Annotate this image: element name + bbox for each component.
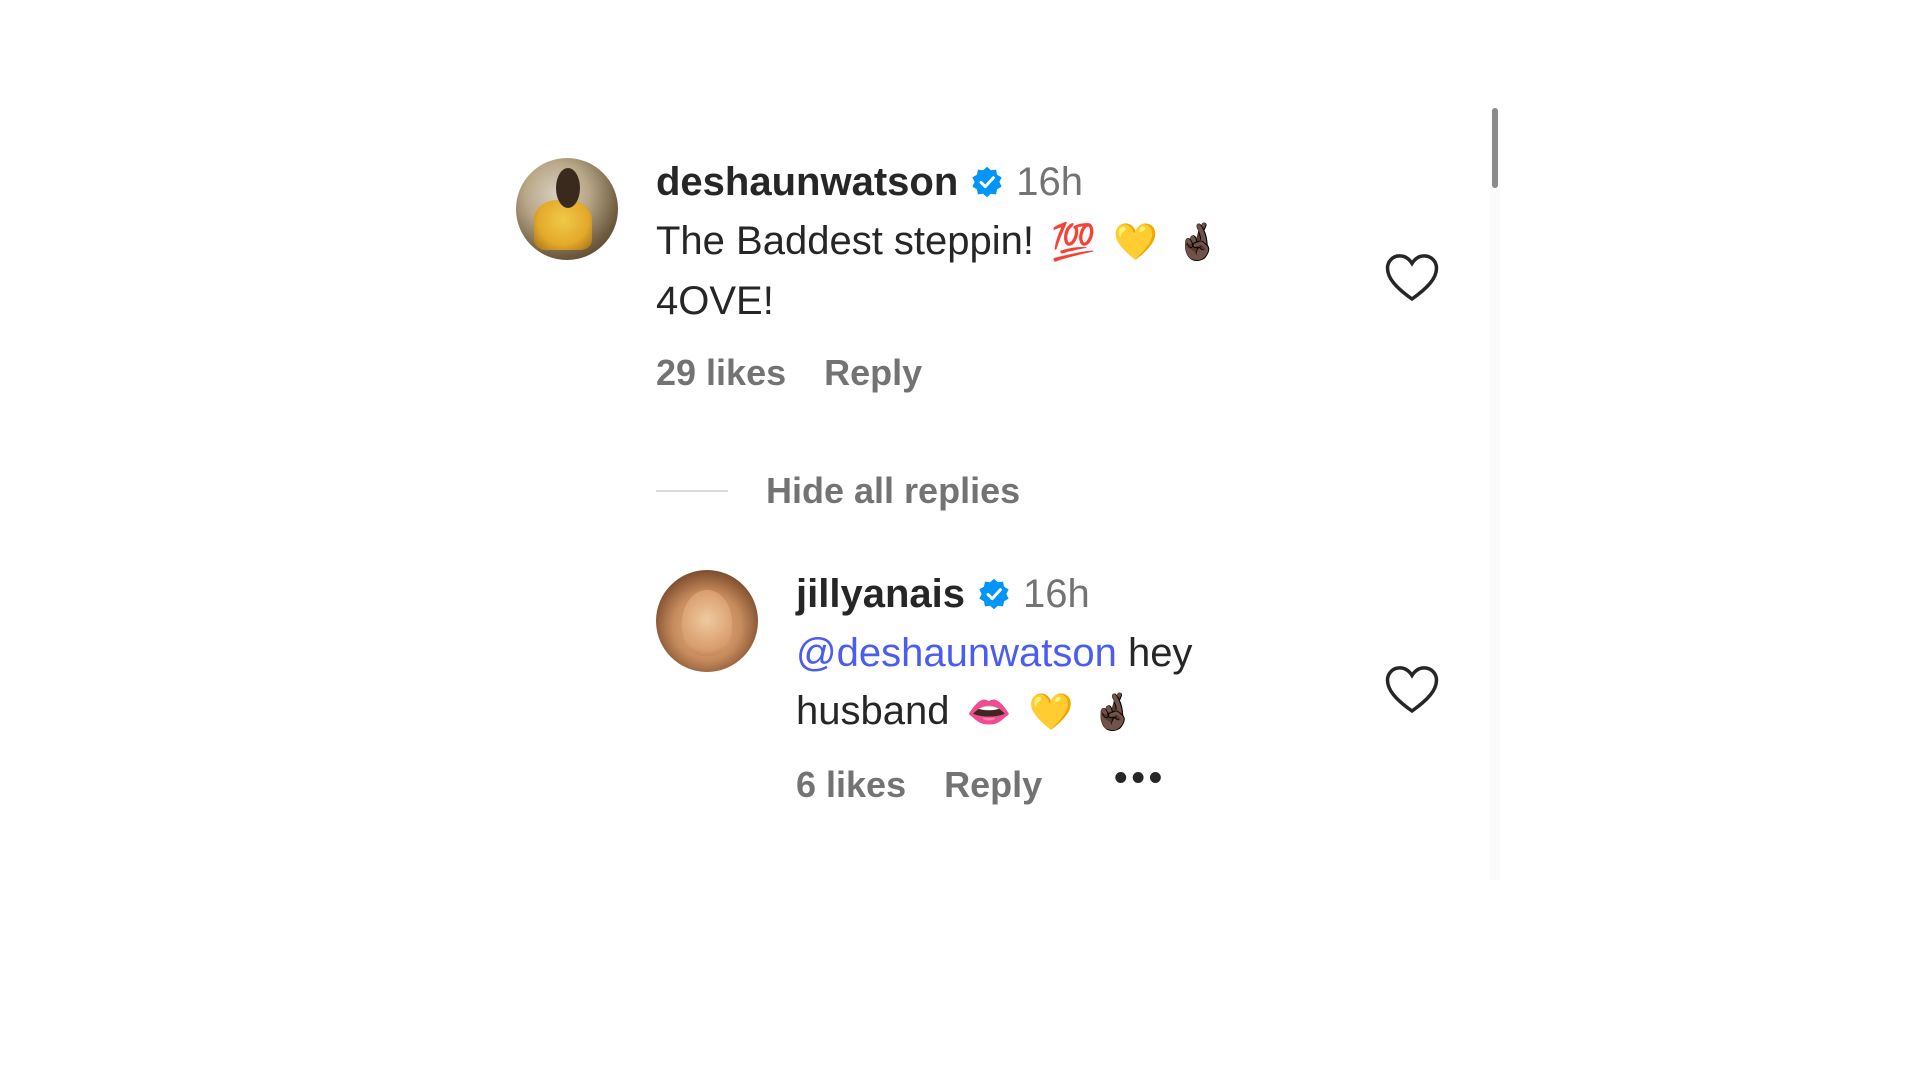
mention-link[interactable]: @deshaunwatson (796, 631, 1117, 675)
comments-panel: deshaunwatson 16h The Baddest steppin! 💯… (0, 0, 1500, 880)
crossed-fingers-emoji: 🤞🏿 (1175, 222, 1220, 263)
yellow-heart-emoji: 💛 (1113, 222, 1158, 263)
verified-badge-icon (979, 578, 1009, 610)
username[interactable]: jillyanais (796, 570, 965, 618)
timestamp[interactable]: 16h (1016, 158, 1083, 206)
comment-text-line1: The Baddest steppin! (656, 219, 1035, 263)
comment-header: jillyanais 16h (796, 570, 1446, 618)
hundred-emoji: 💯 (1051, 222, 1096, 263)
reply-button[interactable]: Reply (944, 764, 1042, 806)
comment-body: deshaunwatson 16h The Baddest steppin! 💯… (656, 158, 1446, 394)
likes-count[interactable]: 6 likes (796, 764, 906, 806)
comment-text-line2: 4OVE! (656, 279, 774, 323)
comment-actions: 6 likes Reply ••• (796, 757, 1446, 806)
comment-body: jillyanais 16h @deshaunwatson hey husban… (796, 570, 1446, 806)
verified-badge-icon (972, 166, 1002, 198)
comment: deshaunwatson 16h The Baddest steppin! 💯… (516, 158, 1446, 394)
scrollbar-track[interactable] (1490, 108, 1500, 880)
scrollbar-thumb[interactable] (1492, 108, 1498, 188)
heart-icon[interactable] (1384, 252, 1440, 304)
yellow-heart-emoji: 💛 (1028, 692, 1074, 733)
avatar[interactable] (516, 158, 618, 260)
more-options-icon[interactable]: ••• (1114, 757, 1166, 800)
avatar[interactable] (656, 570, 758, 672)
comment-header: deshaunwatson 16h (656, 158, 1446, 206)
likes-count[interactable]: 29 likes (656, 352, 786, 394)
hide-replies-toggle[interactable]: Hide all replies (656, 470, 1020, 512)
comment-text: @deshaunwatson hey husband 👄 💛 🤞🏿 (796, 624, 1266, 742)
reply-comment: jillyanais 16h @deshaunwatson hey husban… (656, 570, 1446, 806)
hide-replies-label[interactable]: Hide all replies (766, 470, 1020, 512)
crossed-fingers-emoji: 🤞🏿 (1090, 692, 1136, 733)
reply-button[interactable]: Reply (824, 352, 922, 394)
divider (656, 490, 728, 492)
comment-actions: 29 likes Reply (656, 352, 1446, 394)
timestamp[interactable]: 16h (1023, 570, 1090, 618)
heart-icon[interactable] (1384, 664, 1440, 716)
username[interactable]: deshaunwatson (656, 158, 958, 206)
comment-text: The Baddest steppin! 💯 💛 🤞🏿 4OVE! (656, 212, 1296, 330)
mouth-emoji: 👄 (966, 692, 1012, 733)
